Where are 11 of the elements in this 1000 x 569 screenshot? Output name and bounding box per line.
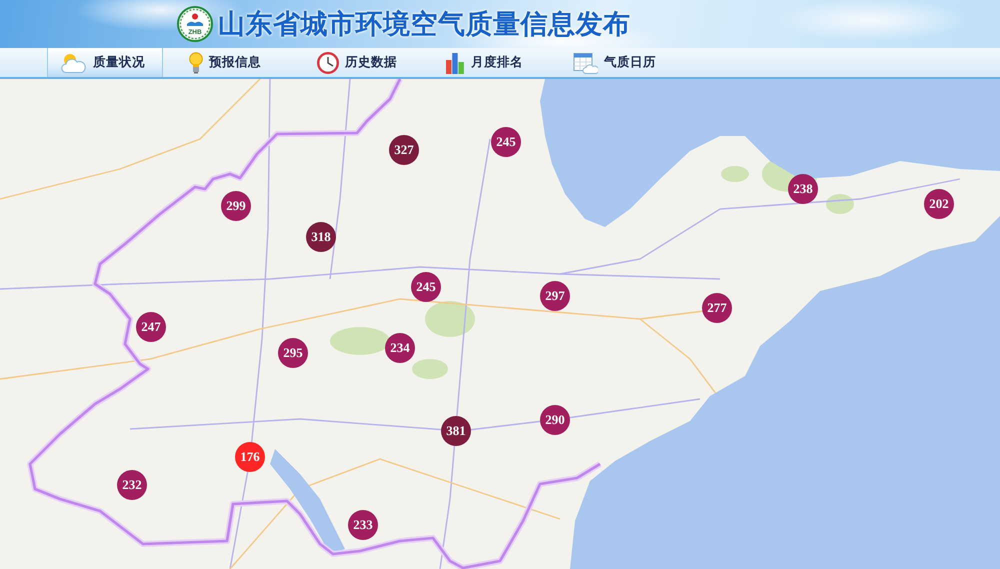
nav-tab[interactable]: 预报信息 xyxy=(175,48,291,77)
nav-tab[interactable]: 月度排名 xyxy=(431,48,547,77)
lightbulb-icon xyxy=(189,52,203,74)
page-title: 山东省城市环境空气质量信息发布 xyxy=(218,8,630,42)
sun-cloud-icon xyxy=(61,52,87,72)
calendar-icon xyxy=(573,52,598,74)
clock-icon xyxy=(317,52,339,74)
nav-tab[interactable]: 历史数据 xyxy=(303,48,419,77)
nav-tab[interactable]: 质量状况 xyxy=(47,48,163,77)
nav-tab[interactable]: 气质日历 xyxy=(559,48,675,77)
bar-chart-icon xyxy=(445,52,465,74)
